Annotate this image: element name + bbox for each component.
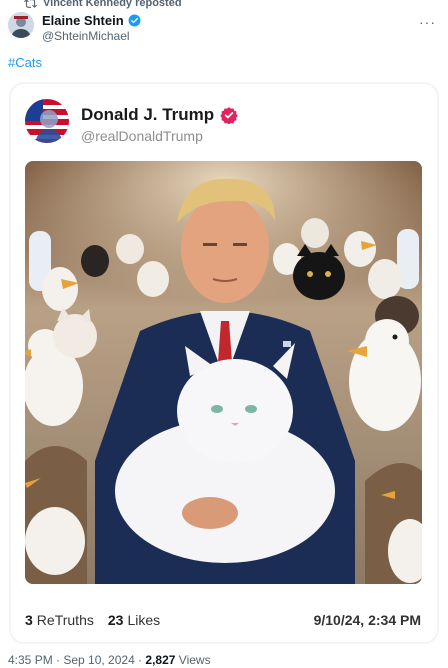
truth-stats: 3 ReTruths 23 Likes 9/10/24, 2:34 PM — [25, 612, 421, 628]
likes-count: 23 — [107, 612, 124, 628]
views-count: 2,827 — [145, 653, 176, 667]
author-name[interactable]: Elaine Shtein — [42, 13, 124, 28]
post-image-illustration — [25, 161, 422, 584]
repost-icon — [24, 0, 37, 8]
truth-avatar-image — [25, 99, 69, 143]
author-handle[interactable]: @ShteinMichael — [42, 29, 141, 43]
retruths-label: ReTruths — [36, 612, 94, 628]
truth-timestamp: 9/10/24, 2:34 PM — [313, 612, 421, 628]
repost-label: Vincent Kennedy reposted — [43, 0, 182, 9]
views-label: Views — [175, 653, 211, 667]
likes-label: Likes — [127, 612, 161, 628]
post-meta: 4:35 PM · Sep 10, 2024 · 2,827 Views — [8, 653, 211, 667]
retruths-count: 3 — [25, 612, 33, 628]
author-avatar[interactable] — [8, 12, 34, 38]
truth-author-avatar[interactable] — [25, 99, 69, 143]
repost-indicator[interactable]: Vincent Kennedy reposted — [24, 0, 182, 10]
author-block: Elaine Shtein @ShteinMichael — [42, 12, 141, 43]
truth-author-handle[interactable]: @realDonaldTrump — [81, 128, 203, 144]
author-avatar-image — [8, 12, 34, 38]
truth-author-name[interactable]: Donald J. Trump — [81, 105, 214, 125]
post-image[interactable] — [25, 161, 422, 584]
truth-verified-icon — [220, 107, 238, 124]
hashtag-link[interactable]: #Cats — [8, 55, 42, 70]
post-timestamp[interactable]: 4:35 PM · Sep 10, 2024 · — [8, 653, 145, 667]
verified-badge-icon — [128, 14, 141, 26]
embedded-truth-card[interactable]: Donald J. Trump @realDonaldTrump 3 ReTru… — [10, 83, 438, 643]
more-options-icon[interactable]: ··· — [419, 14, 436, 30]
